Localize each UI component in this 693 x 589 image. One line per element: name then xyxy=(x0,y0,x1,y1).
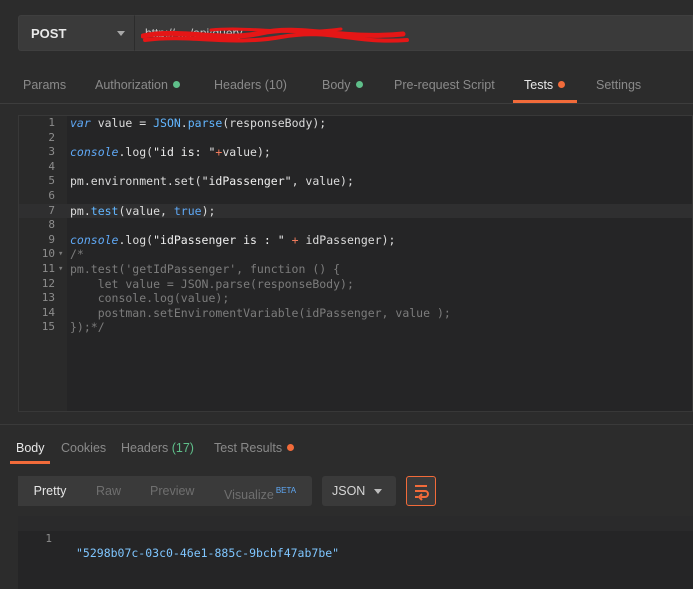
url-input[interactable]: http:// ... /api/query xyxy=(134,15,693,51)
tab-label: Settings xyxy=(596,78,642,92)
code-text: pm.test('getIdPassenger', function () { xyxy=(70,262,341,276)
line-number: 4 xyxy=(48,159,55,173)
code-line: 7 pm.test(value, true); xyxy=(19,203,692,219)
language-label: JSON xyxy=(332,484,366,498)
line-number: 11 xyxy=(41,262,55,275)
tab-label: Test Results xyxy=(214,441,283,455)
code-text: });*/ xyxy=(70,320,105,335)
tab-label: Tests xyxy=(524,78,554,92)
tab-label: Body xyxy=(16,441,45,455)
raw-button[interactable]: Raw xyxy=(96,476,121,506)
line-number: 15 xyxy=(41,320,55,334)
tab-label: Headers xyxy=(121,441,169,455)
format-button-group: Pretty Raw Preview Visualize BETA xyxy=(18,476,312,506)
status-dot xyxy=(558,81,566,88)
request-tabs: Params Authorization Headers (10) Body P… xyxy=(0,64,693,104)
code-text: pm.environment.set("idPassenger", value)… xyxy=(70,174,354,189)
code-text: let value = JSON.parse(responseBody); xyxy=(70,276,354,291)
code-text: console.log("idPassenger is : " + idPass… xyxy=(70,232,396,247)
tab-label: Authorization xyxy=(95,78,168,92)
pretty-button[interactable]: Pretty xyxy=(18,476,82,506)
tab-label: Headers (10) xyxy=(214,78,287,92)
line-number: 3 xyxy=(48,145,55,159)
line-number: 1 xyxy=(48,116,55,129)
redaction-scribble xyxy=(141,27,409,43)
line-number: 8 xyxy=(48,218,55,232)
chevron-down-icon xyxy=(117,31,125,36)
line-number: 10 xyxy=(41,247,55,261)
code-text: /* xyxy=(70,247,84,262)
code-line: 1 var value = JSON.parse(responseBody); xyxy=(19,116,692,131)
response-value: "5298b07c-03c0-46e1-885c-9bcbf47ab7be" xyxy=(76,546,340,560)
beta-badge: BETA xyxy=(275,486,297,495)
code-line: 10 ▾ /* xyxy=(19,247,692,262)
fold-toggle-icon[interactable]: ▾ xyxy=(58,262,63,277)
code-line: 14 postman.setEnviromentVariable(idPasse… xyxy=(19,306,692,321)
preview-button[interactable]: Preview xyxy=(150,476,194,506)
tab-params[interactable]: Params xyxy=(23,78,66,92)
code-text: postman.setEnviromentVariable(idPassenge… xyxy=(70,305,451,320)
tab-settings[interactable]: Settings xyxy=(596,78,641,92)
status-dot xyxy=(172,81,180,88)
visualize-label: Visualize xyxy=(224,488,274,502)
active-tab-indicator xyxy=(10,461,50,464)
tab-cookies[interactable]: Cookies xyxy=(61,441,106,455)
tests-code-editor[interactable]: 1 var value = JSON.parse(responseBody); 2 3… xyxy=(18,115,693,412)
status-dot xyxy=(355,81,363,88)
code-line: 6 xyxy=(19,189,692,204)
wrap-lines-button[interactable] xyxy=(406,476,436,506)
headers-count: (17) xyxy=(171,441,194,455)
code-line: 12 let value = JSON.parse(responseBody); xyxy=(19,277,692,292)
response-tabs: Body Cookies Headers (17) Test Results xyxy=(0,425,693,465)
tab-tests[interactable]: Tests xyxy=(524,78,566,92)
visualize-button[interactable]: Visualize BETA xyxy=(224,476,296,506)
line-number: 12 xyxy=(41,276,55,290)
code-line: 4 xyxy=(19,160,692,175)
response-line: 1 "5298b07c-03c0-46e1-885c-9bcbf47ab7be" xyxy=(18,516,693,560)
tab-label: Params xyxy=(23,78,67,92)
tab-body[interactable]: Body xyxy=(322,78,363,92)
wrap-lines-icon xyxy=(415,485,429,501)
method-select[interactable]: POST xyxy=(18,15,134,51)
code-line: 2 xyxy=(19,131,692,146)
line-number: 14 xyxy=(41,305,55,319)
code-line: 13 console.log(value); xyxy=(19,291,692,306)
tab-label: Cookies xyxy=(61,441,107,455)
line-number: 13 xyxy=(41,291,55,305)
line-number: 1 xyxy=(45,532,52,545)
code-line: 9 console.log("idPassenger is : " + idPas… xyxy=(19,233,692,248)
response-body[interactable]: 1 "5298b07c-03c0-46e1-885c-9bcbf47ab7be" xyxy=(18,516,693,589)
code-text: pm.test(value, true); xyxy=(70,203,216,218)
tab-pre-request-script[interactable]: Pre-request Script xyxy=(394,78,495,92)
code-text: console.log("id is: "+value); xyxy=(70,145,271,160)
tab-label: Body xyxy=(322,78,351,92)
tab-headers[interactable]: Headers (10) xyxy=(214,78,287,92)
tab-response-body[interactable]: Body xyxy=(16,441,45,455)
code-text: console.log(value); xyxy=(70,291,230,306)
line-number: 7 xyxy=(48,203,55,217)
code-line: 3 console.log("id is: "+value); xyxy=(19,145,692,160)
active-tab-indicator xyxy=(513,100,577,103)
code-line: 15 });*/ xyxy=(19,320,692,335)
tab-test-results[interactable]: Test Results xyxy=(214,441,295,455)
code-line: 8 xyxy=(19,218,692,233)
tab-label: Pre-request Script xyxy=(394,78,495,92)
method-label: POST xyxy=(31,26,67,41)
code-line: 11 ▾ pm.test('getIdPassenger', function ()… xyxy=(19,262,692,277)
request-bar: POST http:// ... /api/query xyxy=(0,0,693,64)
tab-authorization[interactable]: Authorization xyxy=(95,78,180,92)
status-dot xyxy=(287,444,295,451)
code-line: 5 pm.environment.set("idPassenger", value… xyxy=(19,174,692,189)
tab-response-headers[interactable]: Headers (17) xyxy=(121,441,194,455)
line-number: 6 xyxy=(48,189,55,202)
code-text: var value = JSON.parse(responseBody); xyxy=(70,116,327,130)
line-number: 2 xyxy=(48,130,55,144)
fold-toggle-icon[interactable]: ▾ xyxy=(58,247,63,262)
line-number: 9 xyxy=(48,232,55,246)
language-select[interactable]: JSON xyxy=(322,476,396,506)
line-number: 5 xyxy=(48,174,55,188)
chevron-down-icon xyxy=(374,489,382,494)
